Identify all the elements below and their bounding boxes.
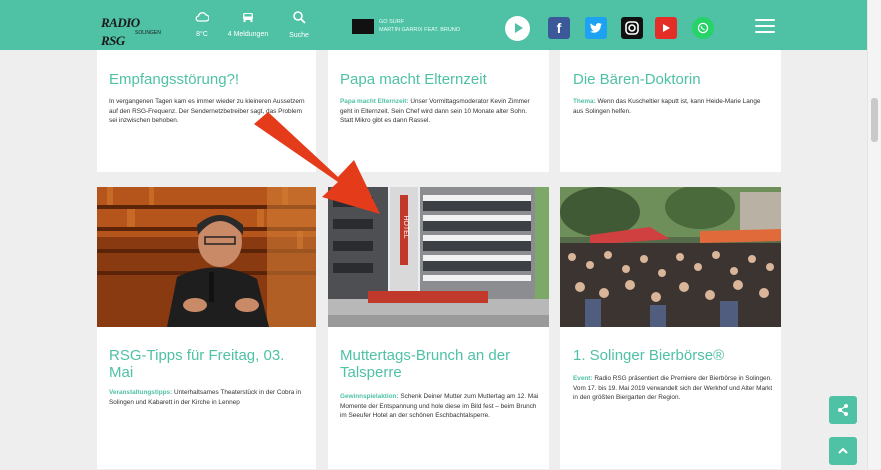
hotel-sign-text: HOTEL: [402, 215, 409, 238]
article-text: Radio RSG präsentiert die Premiere der B…: [573, 375, 773, 402]
article-keyword: Papa macht Elternzeit:: [340, 98, 409, 105]
article-title[interactable]: Empfangsstörung?!: [109, 71, 309, 88]
article-image-crowd[interactable]: [560, 187, 781, 327]
car-icon: [218, 10, 278, 26]
now-playing-title: GO SURF: [379, 19, 405, 25]
article-keyword: Thema:: [573, 98, 596, 105]
article-image-speaker[interactable]: [97, 187, 316, 327]
article-teaser: Veranstaltungstipps: Unterhaltsames Thea…: [109, 388, 309, 407]
logo-text: RADIO RSG: [101, 15, 140, 48]
facebook-icon[interactable]: f: [548, 17, 570, 39]
share-button[interactable]: [829, 396, 857, 424]
traffic-label: 4 Meldungen: [227, 31, 269, 38]
article-card[interactable]: Die Bären-Doktorin Thema: Wenn das Kusch…: [560, 50, 781, 172]
article-text: In vergangenen Tagen kam es immer wieder…: [109, 98, 305, 125]
search-button[interactable]: Suche: [285, 10, 313, 46]
traffic-button[interactable]: 4 Meldungen: [218, 10, 278, 46]
article-card[interactable]: Papa macht Elternzeit Papa macht Elternz…: [328, 50, 549, 172]
article-keyword: Gewinnspielaktion:: [340, 393, 399, 400]
now-playing-text: GO SURF MARTIN GARRIX FEAT. BRUNO: [379, 19, 460, 34]
top-navbar: RADIO RSG SOLINGEN 8°C 4 Meldungen Suche…: [0, 0, 867, 50]
article-card[interactable]: Empfangsstörung?! In vergangenen Tagen k…: [97, 50, 316, 172]
article-keyword: Veranstaltungstipps:: [109, 389, 173, 396]
article-image-hotel[interactable]: HOTEL: [328, 187, 549, 327]
weather-button[interactable]: 8°C: [188, 10, 216, 46]
now-playing[interactable]: GO SURF MARTIN GARRIX FEAT. BRUNO: [352, 17, 512, 37]
cloud-icon: [188, 10, 216, 26]
article-card[interactable]: HOTEL Muttertags-Brunch an der Talsperre…: [328, 187, 549, 469]
article-title[interactable]: Papa macht Elternzeit: [340, 71, 545, 88]
search-icon: [285, 10, 313, 27]
article-title[interactable]: RSG-Tipps für Freitag, 03. Mai: [109, 347, 309, 381]
search-label: Suche: [289, 32, 309, 39]
instagram-icon[interactable]: [621, 17, 643, 39]
weather-label: 8°C: [196, 31, 208, 38]
article-title[interactable]: 1. Solinger Bierbörse®: [573, 347, 778, 364]
article-title[interactable]: Die Bären-Doktorin: [573, 71, 778, 88]
radio-rsg-logo[interactable]: RADIO RSG SOLINGEN: [101, 14, 165, 48]
cover-thumbnail: [352, 19, 374, 34]
hamburger-menu-icon[interactable]: [755, 19, 775, 34]
article-card[interactable]: 1. Solinger Bierbörse® Event: Radio RSG …: [560, 187, 781, 469]
scroll-to-top-button[interactable]: [829, 437, 857, 465]
twitter-icon[interactable]: [585, 17, 607, 39]
play-button[interactable]: [505, 16, 530, 41]
share-icon: [838, 404, 848, 416]
whatsapp-icon[interactable]: [692, 17, 714, 39]
now-playing-artist: MARTIN GARRIX FEAT. BRUNO: [379, 26, 461, 33]
vertical-scrollbar[interactable]: [867, 0, 881, 469]
article-teaser: In vergangenen Tagen kam es immer wieder…: [109, 97, 307, 126]
logo-subtext: SOLINGEN: [135, 30, 161, 36]
youtube-icon[interactable]: [655, 17, 677, 39]
article-teaser: Gewinnspielaktion: Schenk Deiner Mutter …: [340, 392, 540, 421]
article-teaser: Thema: Wenn das Kuscheltier kaputt ist, …: [573, 97, 763, 116]
article-text: Wenn das Kuscheltier kaputt ist, kann He…: [573, 98, 761, 115]
article-teaser: Event: Radio RSG präsentiert die Premier…: [573, 374, 773, 403]
article-keyword: Event:: [573, 375, 593, 382]
article-teaser: Papa macht Elternzeit: Unser Vormittagsm…: [340, 97, 536, 126]
scrollbar-thumb[interactable]: [871, 98, 878, 142]
article-title[interactable]: Muttertags-Brunch an der Talsperre: [340, 347, 545, 381]
chevron-up-icon: [838, 447, 848, 454]
article-card[interactable]: RSG-Tipps für Freitag, 03. Mai Veranstal…: [97, 187, 316, 469]
